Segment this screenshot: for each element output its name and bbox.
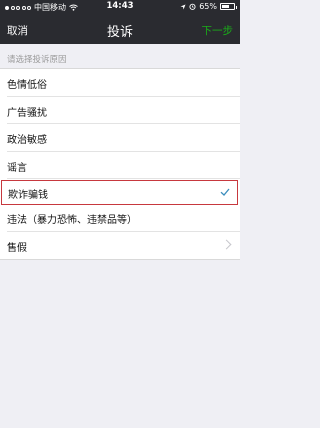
reason-label: 欺诈骗钱 [8,190,48,202]
reason-list: 色情低俗 广告骚扰 政治敏感 谣言 欺诈骗钱 违法（暴力恐怖、违禁品等） 售假 [0,68,240,260]
top-bar: 中国移动 14:43 65% 取消 投诉 下一步 [0,0,240,44]
reason-label: 广告骚扰 [7,107,47,119]
reason-label: 售假 [7,242,27,254]
reason-item-political[interactable]: 政治敏感 [7,124,240,152]
reason-item-illegal[interactable]: 违法（暴力恐怖、违禁品等） [7,204,240,232]
reason-label: 政治敏感 [7,135,47,147]
reason-label: 色情低俗 [7,80,47,91]
navigation-bar: 取消 投诉 下一步 [0,14,240,44]
complaint-screen: 中国移动 14:43 65% 取消 投诉 下一步 请选择投诉原因 色情低俗 广告… [0,0,240,428]
chevron-right-icon [221,239,232,250]
status-right: 65% [180,2,237,11]
location-icon [180,4,186,9]
next-step-button[interactable]: 下一步 [202,23,234,38]
reason-label: 谣言 [7,162,27,174]
battery-icon [220,3,237,10]
reason-item-pornography[interactable]: 色情低俗 [7,69,240,97]
status-bar: 中国移动 14:43 65% [0,0,240,14]
reason-item-rumor[interactable]: 谣言 [7,152,240,180]
battery-percent: 65% [199,2,217,11]
reason-item-counterfeit[interactable]: 售假 [7,232,240,259]
reason-item-fraud[interactable]: 欺诈骗钱 [1,180,238,206]
section-header: 请选择投诉原因 [7,55,67,65]
reason-item-ad-harassment[interactable]: 广告骚扰 [7,97,240,125]
alarm-icon [189,3,196,10]
reason-label: 违法（暴力恐怖、违禁品等） [7,215,137,227]
checkmark-icon [220,188,230,197]
